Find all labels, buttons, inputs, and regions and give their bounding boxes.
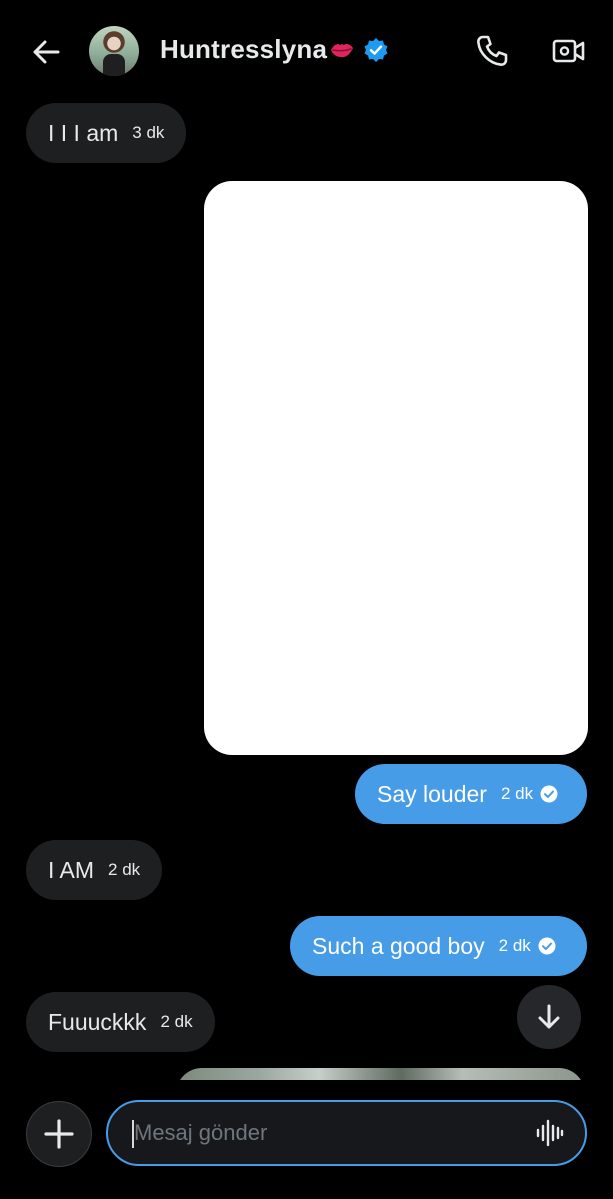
message-text: I I I am (48, 119, 119, 146)
message-bubble-incoming[interactable]: Fuuuckkk 2 dk (26, 992, 215, 1052)
add-attachment-button[interactable] (26, 1101, 92, 1167)
media-message[interactable] (204, 181, 588, 755)
contact-name-row[interactable]: Huntresslyna (160, 34, 389, 65)
scroll-to-bottom-button[interactable] (517, 985, 581, 1049)
message-composer (0, 1080, 613, 1199)
message-input-box[interactable] (106, 1100, 587, 1166)
plus-icon (44, 1119, 74, 1149)
message-time: 2 dk (160, 1012, 193, 1031)
message-time: 2 dk (108, 860, 141, 879)
message-bubble-outgoing[interactable]: Such a good boy 2 dk (290, 916, 587, 976)
message-text: Fuuuckkk (48, 1008, 147, 1035)
voice-waveform-icon[interactable] (536, 1119, 564, 1147)
video-camera-icon[interactable] (551, 33, 587, 69)
message-time: 2 dk (498, 936, 531, 955)
arrow-down-icon (538, 1004, 560, 1029)
message-input[interactable] (134, 1102, 514, 1164)
message-time: 2 dk (500, 784, 534, 803)
read-check-icon (538, 937, 556, 955)
message-text: I AM (48, 856, 95, 883)
message-bubble-outgoing[interactable]: Say louder 2 dk (355, 764, 587, 824)
kiss-lips-icon (331, 43, 354, 57)
avatar[interactable] (89, 26, 139, 76)
contact-name: Huntresslyna (160, 34, 328, 64)
message-text: Such a good boy (312, 932, 485, 959)
phone-icon[interactable] (474, 33, 510, 69)
message-time: 3 dk (132, 123, 165, 142)
arrow-left-icon[interactable] (28, 34, 64, 70)
message-bubble-incoming[interactable]: I I I am 3 dk (26, 103, 187, 163)
verified-badge-icon (364, 37, 388, 62)
message-bubble-incoming[interactable]: I AM 2 dk (26, 840, 163, 900)
read-check-icon (540, 785, 558, 803)
message-text: Say louder (377, 780, 487, 807)
conversation-header: Huntresslyna (0, 0, 613, 100)
